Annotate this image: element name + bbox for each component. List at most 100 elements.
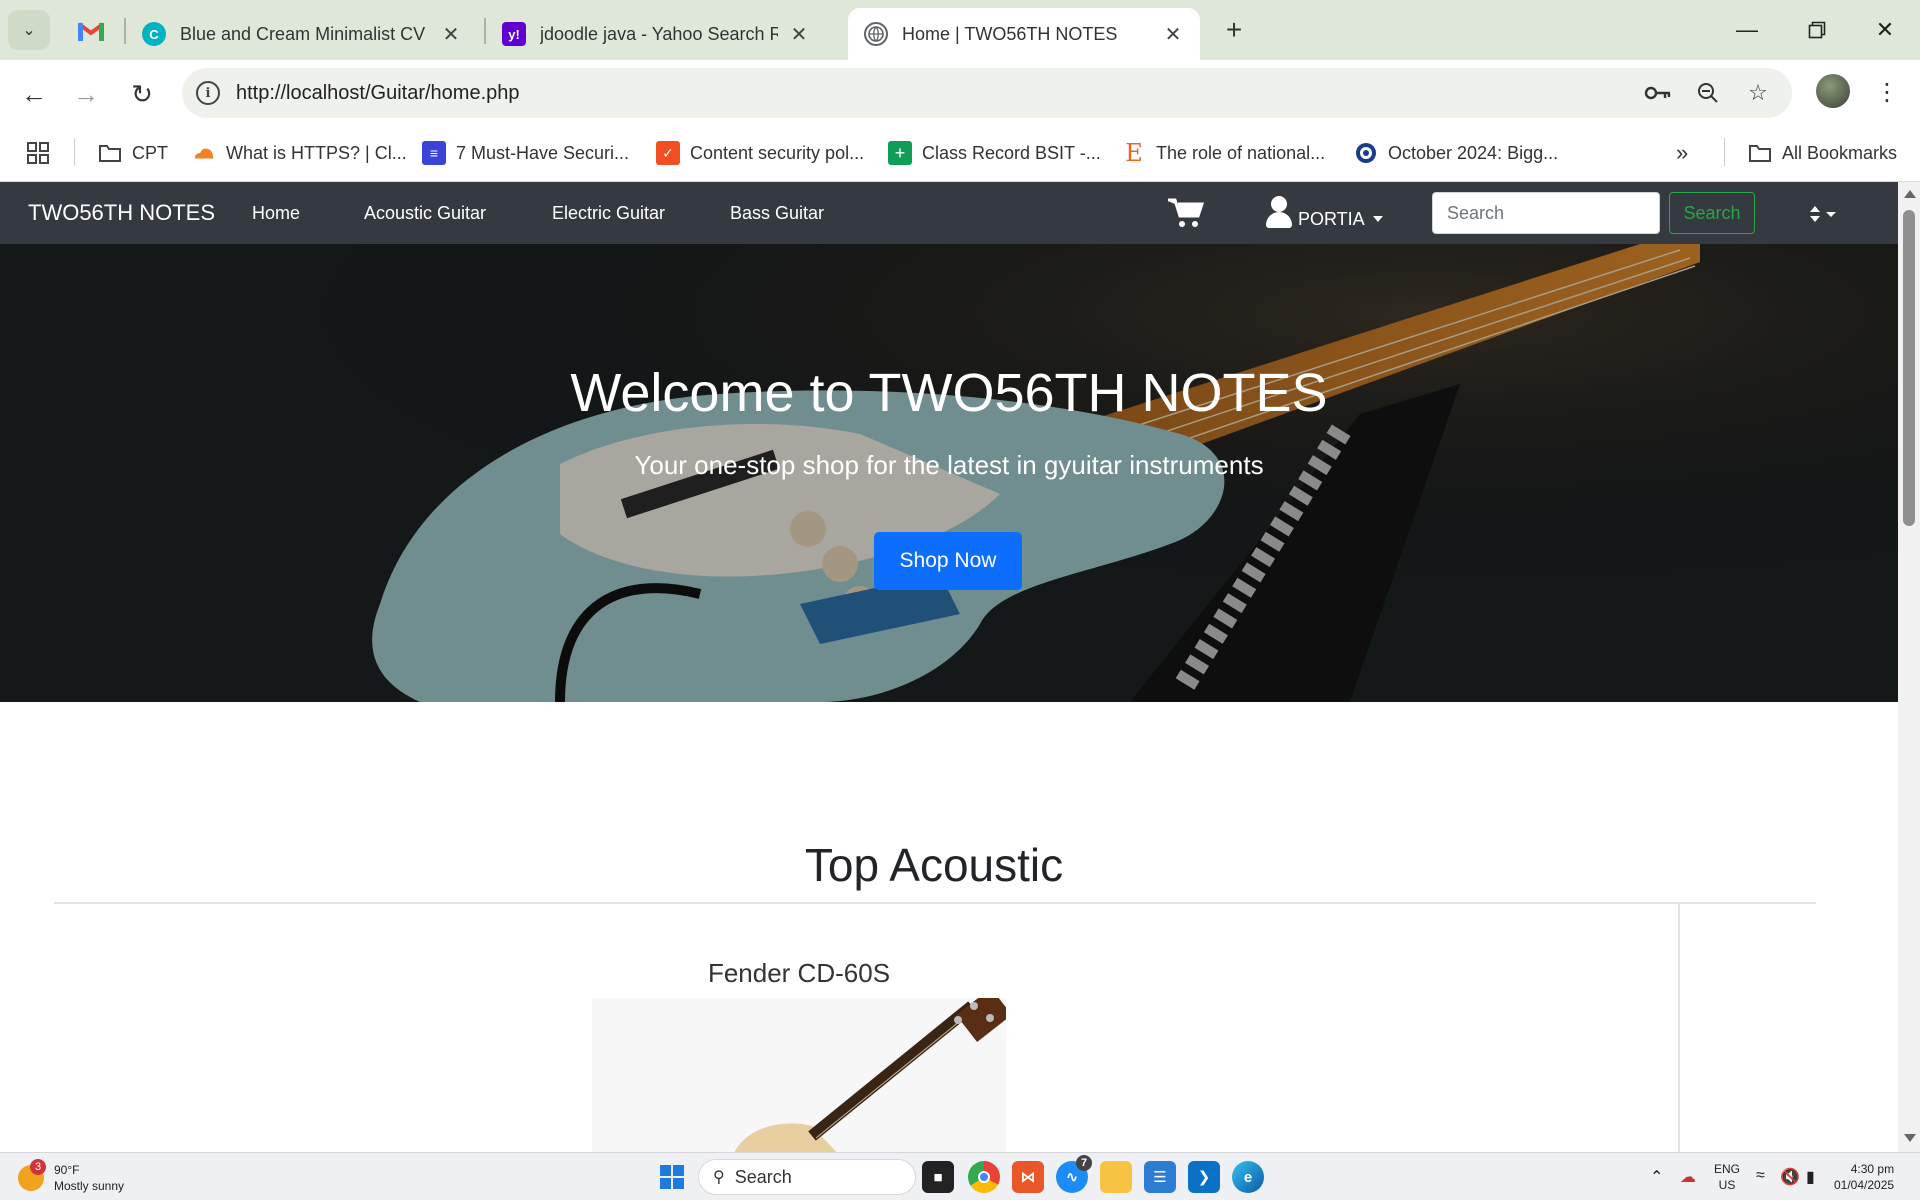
restore-button[interactable] bbox=[1794, 10, 1840, 50]
chevron-up-icon[interactable]: ⌃ bbox=[1650, 1167, 1663, 1187]
new-tab-button[interactable]: + bbox=[1216, 12, 1252, 48]
bookmark-cpt[interactable]: CPT bbox=[98, 138, 168, 168]
bookmark-october[interactable]: October 2024: Bigg... bbox=[1354, 138, 1558, 168]
product-name[interactable]: Fender CD-60S bbox=[0, 958, 1598, 989]
messenger-icon[interactable]: 7 ∿ bbox=[1056, 1155, 1092, 1193]
language-indicator[interactable]: ENG US bbox=[1714, 1161, 1740, 1193]
browser-menu-button[interactable]: ⋮ bbox=[1872, 74, 1902, 110]
etsy-icon: E bbox=[1125, 139, 1143, 167]
more-vertical-icon: ⋮ bbox=[1875, 78, 1899, 106]
reload-button[interactable]: ↻ bbox=[124, 76, 160, 112]
bookmark-csp[interactable]: ✓ Content security pol... bbox=[656, 138, 864, 168]
close-icon[interactable]: ✕ bbox=[788, 22, 810, 47]
tab-search-button[interactable]: ⌄ bbox=[8, 10, 50, 50]
search-button[interactable]: Search bbox=[1669, 192, 1755, 234]
shopping-cart-icon[interactable] bbox=[1168, 198, 1204, 228]
all-bookmarks-label: All Bookmarks bbox=[1782, 142, 1898, 163]
arrow-right-icon: → bbox=[73, 78, 99, 109]
bookmark-label: Class Record BSIT -... bbox=[922, 142, 1101, 163]
url-text[interactable]: http://localhost/Guitar/home.php bbox=[236, 82, 520, 105]
canva-icon: C bbox=[142, 22, 166, 46]
chrome-icon[interactable] bbox=[968, 1161, 1000, 1193]
battery-icon[interactable]: ▮ bbox=[1806, 1167, 1815, 1187]
product-image[interactable] bbox=[592, 998, 1006, 1152]
nav-link-electric[interactable]: Electric Guitar bbox=[552, 203, 665, 224]
xampp-icon[interactable]: ⋈ bbox=[1012, 1161, 1044, 1193]
volume-muted-icon[interactable]: 🔇 bbox=[1780, 1167, 1800, 1187]
site-brand[interactable]: TWO56TH NOTES bbox=[28, 200, 215, 226]
section-title: Top Acoustic bbox=[804, 839, 1064, 891]
task-view-icon[interactable]: ■ bbox=[922, 1161, 954, 1193]
clock-date: 01/04/2025 bbox=[1834, 1178, 1895, 1192]
wifi-icon[interactable]: ≈ bbox=[1756, 1167, 1765, 1185]
start-button[interactable] bbox=[660, 1165, 684, 1189]
nav-link-acoustic[interactable]: Acoustic Guitar bbox=[364, 203, 486, 224]
sort-caret-icon[interactable] bbox=[1806, 204, 1840, 224]
bookmark-label: 7 Must-Have Securi... bbox=[456, 142, 630, 163]
clock-time: 4:30 pm bbox=[1850, 1162, 1895, 1176]
column-divider bbox=[1678, 904, 1680, 1152]
weather-temp: 90°F bbox=[54, 1163, 80, 1177]
bookmark-https[interactable]: What is HTTPS? | Cl... bbox=[192, 138, 407, 168]
taskbar-search[interactable]: ⚲ Search bbox=[698, 1159, 916, 1195]
profile-avatar[interactable] bbox=[1816, 74, 1850, 108]
site-info-icon[interactable]: i bbox=[196, 81, 220, 105]
hero-banner: Welcome to TWO56TH NOTES Your one-stop s… bbox=[0, 244, 1898, 702]
weather-sun-icon: 3 bbox=[18, 1159, 46, 1191]
user-name: PORTIA bbox=[1298, 209, 1365, 229]
reload-icon: ↻ bbox=[131, 78, 153, 109]
onedrive-error-icon[interactable]: ☁ bbox=[1680, 1167, 1696, 1187]
apps-grid-icon bbox=[27, 142, 49, 164]
vscode-icon[interactable]: ❯ bbox=[1188, 1161, 1220, 1193]
forward-button[interactable]: → bbox=[68, 76, 104, 112]
all-bookmarks-button[interactable]: All Bookmarks bbox=[1748, 138, 1897, 168]
pinned-tab-gmail[interactable] bbox=[72, 14, 110, 48]
notepad-icon[interactable]: ☰ bbox=[1144, 1161, 1176, 1193]
bookmark-national[interactable]: E The role of national... bbox=[1122, 138, 1325, 168]
minimize-icon: — bbox=[1736, 17, 1758, 42]
edge-icon[interactable]: e bbox=[1232, 1161, 1264, 1193]
folder-icon bbox=[99, 145, 121, 162]
page-scrollbar[interactable] bbox=[1898, 182, 1920, 1152]
minimize-button[interactable]: — bbox=[1724, 10, 1770, 50]
close-icon: ✕ bbox=[1875, 17, 1895, 42]
bookmark-security[interactable]: ≡ 7 Must-Have Securi... bbox=[422, 138, 629, 168]
site-navbar: TWO56TH NOTES Home Acoustic Guitar Elect… bbox=[0, 182, 1898, 244]
address-bar[interactable]: i http://localhost/Guitar/home.php ☆ bbox=[182, 68, 1792, 118]
shop-now-button[interactable]: Shop Now bbox=[874, 532, 1022, 590]
file-explorer-icon[interactable] bbox=[1100, 1161, 1132, 1193]
nav-link-bass[interactable]: Bass Guitar bbox=[730, 203, 824, 224]
user-menu-dropdown[interactable]: PORTIA bbox=[1264, 196, 1383, 230]
clock[interactable]: 4:30 pm 01/04/2025 bbox=[1834, 1161, 1894, 1193]
weather-widget[interactable]: 3 90°F Mostly sunny bbox=[18, 1159, 124, 1197]
tab-home-active[interactable]: Home | TWO56TH NOTES ✕ bbox=[848, 8, 1200, 60]
scrollbar-thumb[interactable] bbox=[1903, 210, 1915, 526]
close-icon[interactable]: ✕ bbox=[1162, 22, 1184, 47]
bookmark-label: CPT bbox=[132, 142, 168, 163]
zoom-out-icon[interactable] bbox=[1694, 79, 1722, 107]
taskbar-search-label: Search bbox=[734, 1166, 792, 1187]
weather-desc: Mostly sunny bbox=[54, 1179, 125, 1193]
search-input[interactable] bbox=[1432, 192, 1660, 234]
acoustic-guitar-image bbox=[592, 998, 1006, 1152]
star-bookmark-icon[interactable]: ☆ bbox=[1744, 79, 1772, 107]
apps-button[interactable] bbox=[26, 138, 50, 168]
tab-yahoo[interactable]: y! jdoodle java - Yahoo Search Results ✕ bbox=[486, 8, 826, 60]
tab-title: Home | TWO56TH NOTES bbox=[902, 23, 1118, 44]
folder-icon bbox=[1749, 145, 1771, 162]
close-window-button[interactable]: ✕ bbox=[1862, 10, 1908, 50]
tab-title: jdoodle java - Yahoo Search Results bbox=[540, 23, 778, 44]
bookmark-class-record[interactable]: + Class Record BSIT -... bbox=[888, 138, 1101, 168]
back-button[interactable]: ← bbox=[16, 76, 52, 112]
scroll-up-arrow-icon[interactable] bbox=[1904, 190, 1916, 198]
shield-icon: ✓ bbox=[656, 141, 680, 165]
key-icon[interactable] bbox=[1644, 79, 1672, 107]
scroll-down-arrow-icon[interactable] bbox=[1904, 1134, 1916, 1142]
search-icon: ⚲ bbox=[713, 1169, 725, 1186]
nav-link-home[interactable]: Home bbox=[252, 203, 300, 224]
close-icon[interactable]: ✕ bbox=[440, 22, 462, 47]
more-bookmarks-button[interactable]: » bbox=[1676, 138, 1688, 168]
tab-canva[interactable]: C Blue and Cream Minimalist CV Resume ✕ bbox=[126, 8, 478, 60]
restore-icon bbox=[1808, 21, 1826, 39]
bookmarks-bar: CPT What is HTTPS? | Cl... ≡ 7 Must-Have… bbox=[0, 124, 1920, 182]
